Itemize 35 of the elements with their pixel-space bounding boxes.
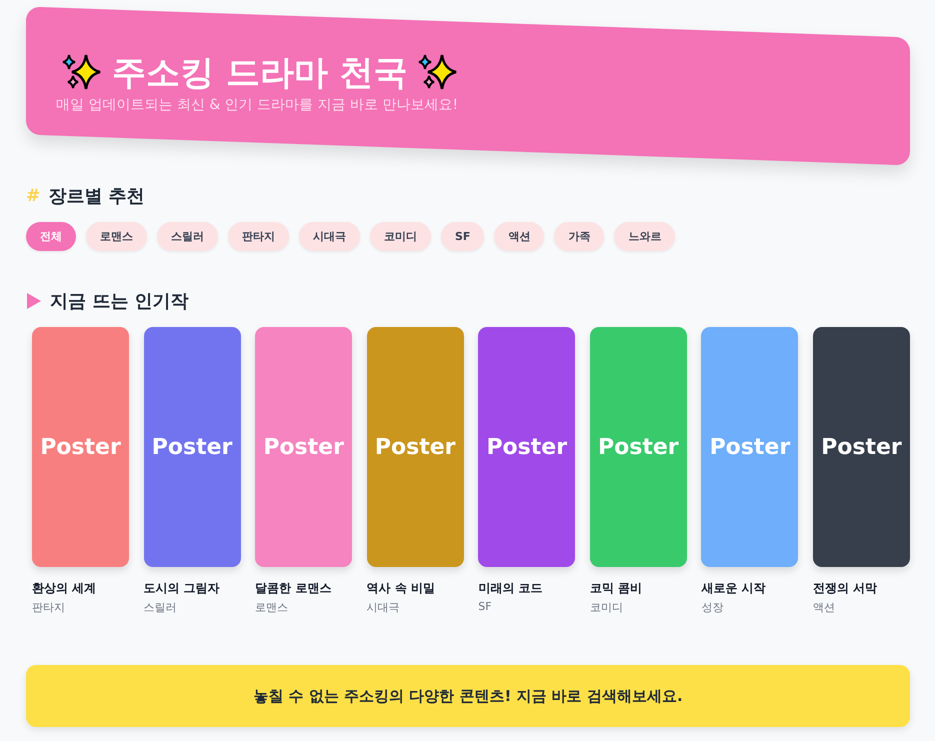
drama-genre: SF	[478, 600, 493, 613]
genre-chip[interactable]: 느와르	[614, 222, 676, 251]
drama-title: 새로운 시작	[701, 580, 767, 597]
genre-chip[interactable]: 로맨스	[86, 222, 147, 251]
section-title: 지금 뜨는 인기작	[50, 290, 189, 313]
play-icon	[26, 292, 42, 310]
poster[interactable]: Poster	[478, 327, 576, 567]
genre-chip[interactable]: 판타지	[228, 222, 289, 251]
site-title: 주소킹 드라마 천국	[112, 52, 408, 95]
drama-title: 전쟁의 서막	[812, 580, 878, 597]
section-title: 장르별 추천	[48, 185, 145, 208]
drama-title: 코믹 콤비	[590, 580, 643, 597]
drama-title: 환상의 세계	[32, 580, 98, 597]
drama-title: 미래의 코드	[478, 580, 544, 597]
drama-genre: 액션	[812, 600, 836, 615]
genre-chip[interactable]: 시대극	[299, 222, 360, 251]
drama-genre: 성장	[701, 600, 724, 615]
drama-title: 달콤한 로맨스	[255, 580, 332, 597]
genre-chip[interactable]: 코미디	[370, 222, 431, 251]
poster[interactable]: Poster	[812, 327, 910, 567]
poster[interactable]: Poster	[144, 327, 241, 567]
genre-chip[interactable]: 액션	[494, 222, 544, 251]
genre-chip[interactable]: 가족	[554, 222, 604, 251]
drama-title: 도시의 그림자	[144, 580, 221, 597]
drama-genre: 스릴러	[144, 600, 178, 615]
drama-genre: 판타지	[32, 600, 66, 615]
genre-chip[interactable]: 스릴러	[157, 222, 218, 251]
genre-chip[interactable]: SF	[441, 222, 484, 251]
drama-genre: 시대극	[366, 600, 401, 615]
drama-genre: 로맨스	[255, 600, 290, 615]
site-subtitle: 매일 업데이트되는 최신 & 인기 드라마를 지금 바로 만나보세요!	[56, 96, 460, 114]
drama-genre: 코미디	[590, 600, 624, 615]
promo-banner: 놓칠 수 없는 주소킹의 다양한 콘텐츠! 지금 바로 검색해보세요.	[26, 665, 910, 727]
hash-mark: #	[26, 186, 40, 206]
drama-title: 역사 속 비밀	[366, 580, 436, 597]
